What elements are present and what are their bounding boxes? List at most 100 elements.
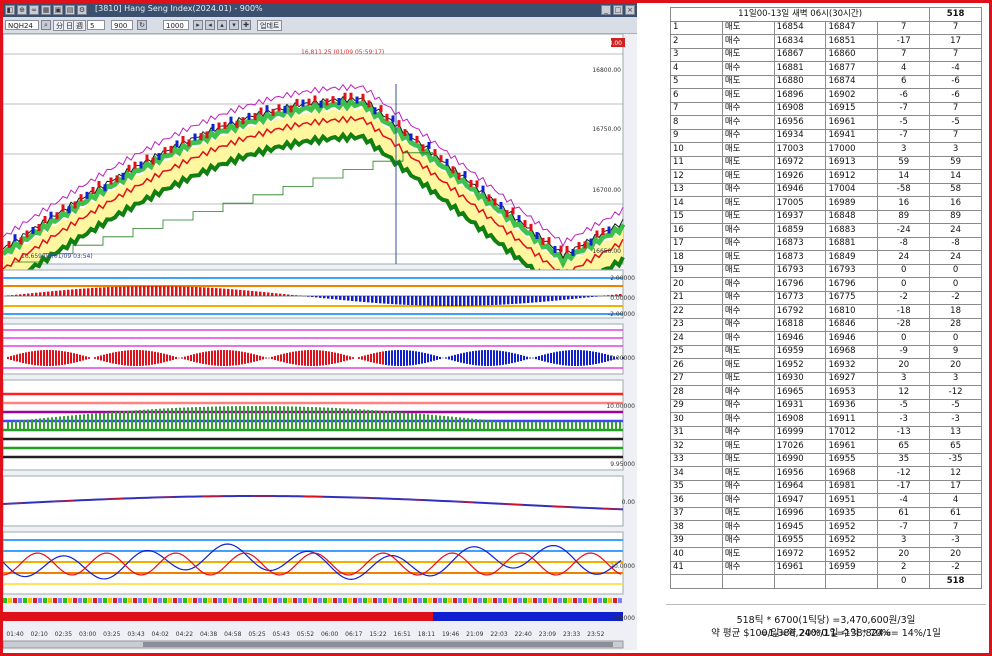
volume-bar (447, 416, 449, 430)
oscillator-bar (283, 353, 285, 363)
entry-price: 16937 (773, 209, 827, 224)
pin-icon[interactable]: ⊕ (17, 5, 27, 15)
signal-dot (193, 598, 197, 603)
oscillator-bar (571, 350, 573, 366)
histogram-bar (543, 296, 546, 302)
annotation-low: 16,659.00(01/09 03:54) (21, 253, 93, 260)
signal-dot (173, 598, 177, 603)
maximize-icon[interactable]: □ (613, 5, 623, 15)
strength-bar (189, 612, 191, 621)
chart-panel[interactable]: ◧ ⊕ ∞ ▦ ▣ ▤ ⚙ [3810] Hang Seng Index(202… (3, 3, 637, 650)
tool-icon-4[interactable]: ▾ (229, 20, 239, 30)
exit-price: 16796 (825, 277, 879, 292)
strength-bar (361, 612, 363, 621)
lock-icon[interactable]: ▣ (53, 5, 63, 15)
histogram-bar (487, 296, 490, 306)
price-chart[interactable]: 16800.00 16750.00 16700.00 16650.00 17000.00… (3, 34, 637, 650)
tick-diff: -13 (877, 425, 931, 440)
entry-price: 16854 (773, 20, 827, 35)
settings-icon[interactable]: ⚙ (77, 5, 87, 15)
oscillator-bar (376, 352, 378, 364)
close-icon[interactable]: × (625, 5, 635, 15)
symbol-select[interactable]: NQH24 (5, 20, 39, 30)
strength-bar (527, 612, 529, 621)
histogram-bar (67, 289, 70, 296)
oscillator-bar (127, 350, 129, 366)
search-icon[interactable]: ⌕ (41, 20, 51, 30)
oscillator-bar (124, 350, 126, 366)
signal-dot (478, 598, 482, 603)
volume-bar (51, 417, 53, 430)
oscillator-bar (196, 353, 198, 363)
grid-icon[interactable]: ▦ (41, 5, 51, 15)
strength-bar (457, 612, 459, 621)
range-input[interactable]: 1000 (163, 20, 189, 30)
oscillator-bar (343, 354, 345, 362)
entry-price: 16873 (773, 236, 827, 251)
strength-bar (25, 612, 27, 621)
indicator-axis-label: 10.00000 (606, 355, 635, 362)
volume-bar (483, 419, 485, 430)
refresh-icon[interactable]: ↻ (137, 20, 147, 30)
oscillator-bar (88, 357, 90, 359)
tool-icon-1[interactable]: ▸ (193, 20, 203, 30)
apply-button[interactable]: 업데트 (257, 20, 283, 31)
histogram-bar (503, 296, 506, 305)
oscillator-bar (379, 351, 381, 365)
strength-bar (75, 612, 77, 621)
interval-week-button[interactable]: 週 (73, 20, 86, 31)
strength-bar (579, 612, 581, 621)
tool-icon-5[interactable]: ✚ (241, 20, 251, 30)
tick-result: 24 (929, 223, 982, 238)
entry-price: 16908 (773, 412, 827, 427)
link-icon[interactable]: ∞ (29, 5, 39, 15)
tool-icon-3[interactable]: ▴ (217, 20, 227, 30)
histogram-bar (535, 296, 538, 303)
tool-icon-2[interactable]: ◂ (205, 20, 215, 30)
histogram-bar (271, 292, 274, 296)
strength-bar (587, 612, 589, 621)
entry-price: 16947 (773, 493, 827, 508)
strength-bar (73, 612, 75, 621)
strength-bar (215, 612, 217, 621)
histogram-bar (291, 294, 294, 296)
oscillator-bar (466, 352, 468, 364)
trade-side: 매도 (721, 452, 775, 467)
oscillator-bar (154, 351, 156, 365)
histogram-bar (55, 290, 58, 296)
strength-bar (403, 612, 405, 621)
period-input[interactable]: 5 (87, 20, 105, 30)
tick-result: -8 (929, 236, 982, 251)
oscillator-bar (406, 350, 408, 366)
candle (403, 129, 407, 137)
volume-bar (439, 415, 441, 430)
strength-bar (365, 612, 367, 621)
oscillator-bar (331, 351, 333, 365)
strength-bar (297, 612, 299, 621)
chart-icon[interactable]: ▤ (65, 5, 75, 15)
strength-bar (257, 612, 259, 621)
signal-dot (33, 598, 37, 603)
strength-bar (43, 612, 45, 621)
tick-diff: 24 (877, 250, 931, 265)
histogram-bar (467, 296, 470, 306)
volume-bar (459, 417, 461, 430)
count-input[interactable]: 900 (111, 20, 133, 30)
candle (589, 238, 593, 246)
tick-diff: -7 (877, 128, 931, 143)
signal-dot (393, 598, 397, 603)
signal-dot (618, 598, 622, 603)
strength-bar (575, 612, 577, 621)
strength-bar (103, 612, 105, 621)
exit-price: 16847 (825, 20, 879, 35)
minimize-icon[interactable]: _ (601, 5, 611, 15)
histogram-bar (595, 296, 598, 297)
exit-price: 16935 (825, 506, 879, 521)
histogram-bar (111, 286, 114, 296)
volume-bar (359, 409, 361, 430)
tick-diff: -18 (877, 304, 931, 319)
strength-bar (359, 612, 361, 621)
table-row: 41 매수 16961 16959 2 -2 (670, 560, 982, 575)
oscillator-bar (208, 351, 210, 365)
candle (553, 246, 557, 254)
